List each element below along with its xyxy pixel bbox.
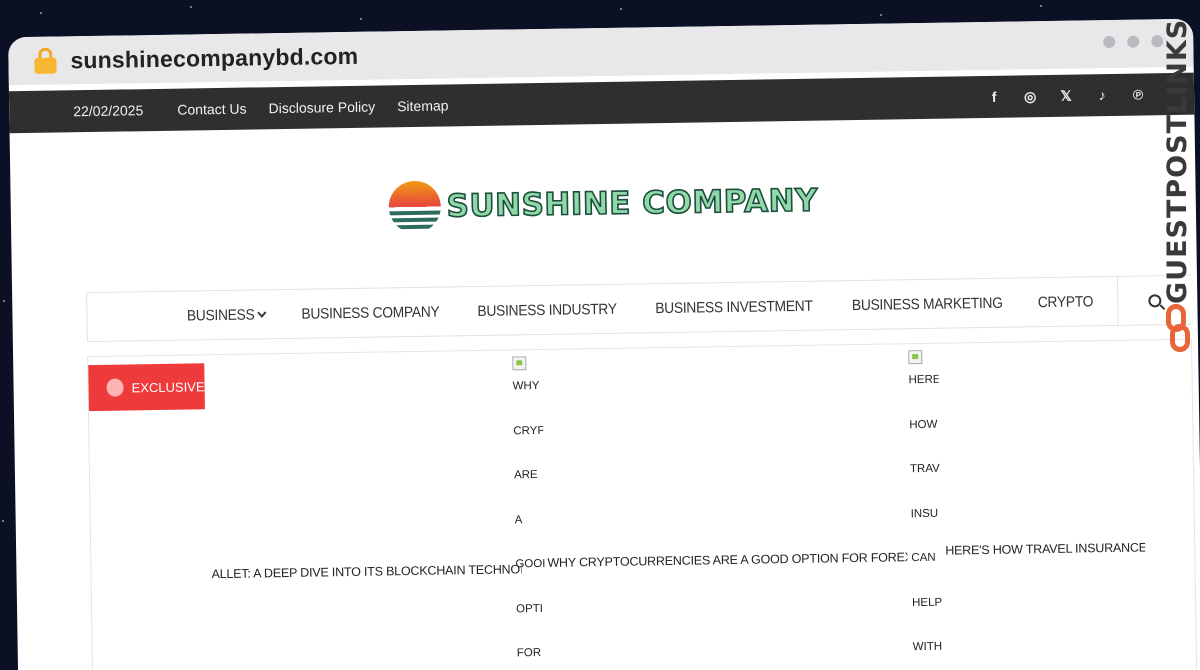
x-icon[interactable]: 𝕏 [1058, 87, 1074, 104]
nav-item-business[interactable]: Business [186, 305, 267, 325]
post-3-image-alt: HERE HOW TRAV INSU CAN HELP WITH [908, 349, 943, 670]
post-title-1[interactable]: ALLET: A DEEP DIVE INTO ITS BLOCKCHAIN T… [211, 562, 521, 581]
url-text[interactable]: sunshinecompanybd.com [70, 42, 358, 74]
alt-word: GOOI [515, 557, 546, 571]
nav-item-business-industry[interactable]: Business Industry [477, 300, 616, 319]
watermark-text: GUESTPOSTLINKS [1162, 18, 1193, 304]
lock-icon [34, 47, 57, 74]
nav-item-business-marketing[interactable]: Business Marketing [852, 294, 1003, 313]
nav-item-business-investment[interactable]: Business Investment [655, 297, 813, 316]
post-title-2[interactable]: WHY CRYPTOCURRENCIES ARE A GOOD OPTION F… [547, 550, 907, 570]
alt-word: WITH [912, 640, 943, 654]
current-date: 22/02/2025 [73, 102, 144, 120]
alt-word: INSU [910, 507, 939, 520]
guestpostlinks-watermark: GUESTPOSTLINKS [1158, 18, 1200, 374]
alt-word: HELP [911, 596, 943, 609]
nav-item-business-company[interactable]: Business Company [301, 303, 439, 322]
chevron-down-icon [257, 307, 267, 318]
badge-dot-icon [106, 378, 124, 397]
alt-word: WHY [512, 380, 540, 393]
social-links: f ◎ 𝕏 ♪ ℗ [986, 73, 1147, 118]
pinterest-icon[interactable]: ℗ [1130, 86, 1146, 102]
alt-word: TRAV [909, 462, 940, 476]
nav-item-crypto[interactable]: Crypto [1037, 293, 1093, 311]
alt-word: OPTI [516, 602, 544, 615]
post-title-3[interactable]: HERE'S HOW TRAVEL INSURANCE CAN HE [945, 541, 1145, 558]
alt-word: FOR [516, 647, 542, 660]
sun-logo-icon [388, 180, 442, 234]
link-icon [1166, 304, 1192, 354]
site-logo[interactable]: SUNSHINE COMPANY [10, 115, 1197, 294]
contact-us-link[interactable]: Contact Us [177, 101, 246, 118]
alt-word: HOW [909, 418, 938, 431]
featured-posts: EXCLUSIVE ALLET: A DEEP DIVE INTO ITS BL… [87, 338, 1198, 670]
window-dots [1103, 35, 1164, 49]
alt-word: HERE [908, 373, 941, 387]
post-2-image-alt: WHY CRYF ARE A GOOI OPTI FOR [512, 356, 547, 670]
nav-item-label: Business [186, 305, 255, 325]
exclusive-badge: EXCLUSIVE [88, 363, 205, 412]
broken-image-icon [908, 349, 923, 365]
alt-word: CRYF [513, 424, 545, 437]
tiktok-icon[interactable]: ♪ [1094, 87, 1110, 103]
alt-word: CAN [911, 551, 936, 565]
alt-word: ARE [513, 469, 538, 482]
instagram-icon[interactable]: ◎ [1022, 88, 1038, 105]
broken-image-icon [512, 356, 527, 371]
facebook-icon[interactable]: f [986, 89, 1002, 105]
alt-word: A [514, 513, 523, 526]
browser-window: sunshinecompanybd.com 22/02/2025 Contact… [8, 18, 1200, 670]
logo-text: SUNSHINE COMPANY [446, 182, 819, 225]
sitemap-link[interactable]: Sitemap [397, 97, 449, 114]
badge-label: EXCLUSIVE [131, 378, 205, 395]
disclosure-policy-link[interactable]: Disclosure Policy [268, 99, 375, 117]
